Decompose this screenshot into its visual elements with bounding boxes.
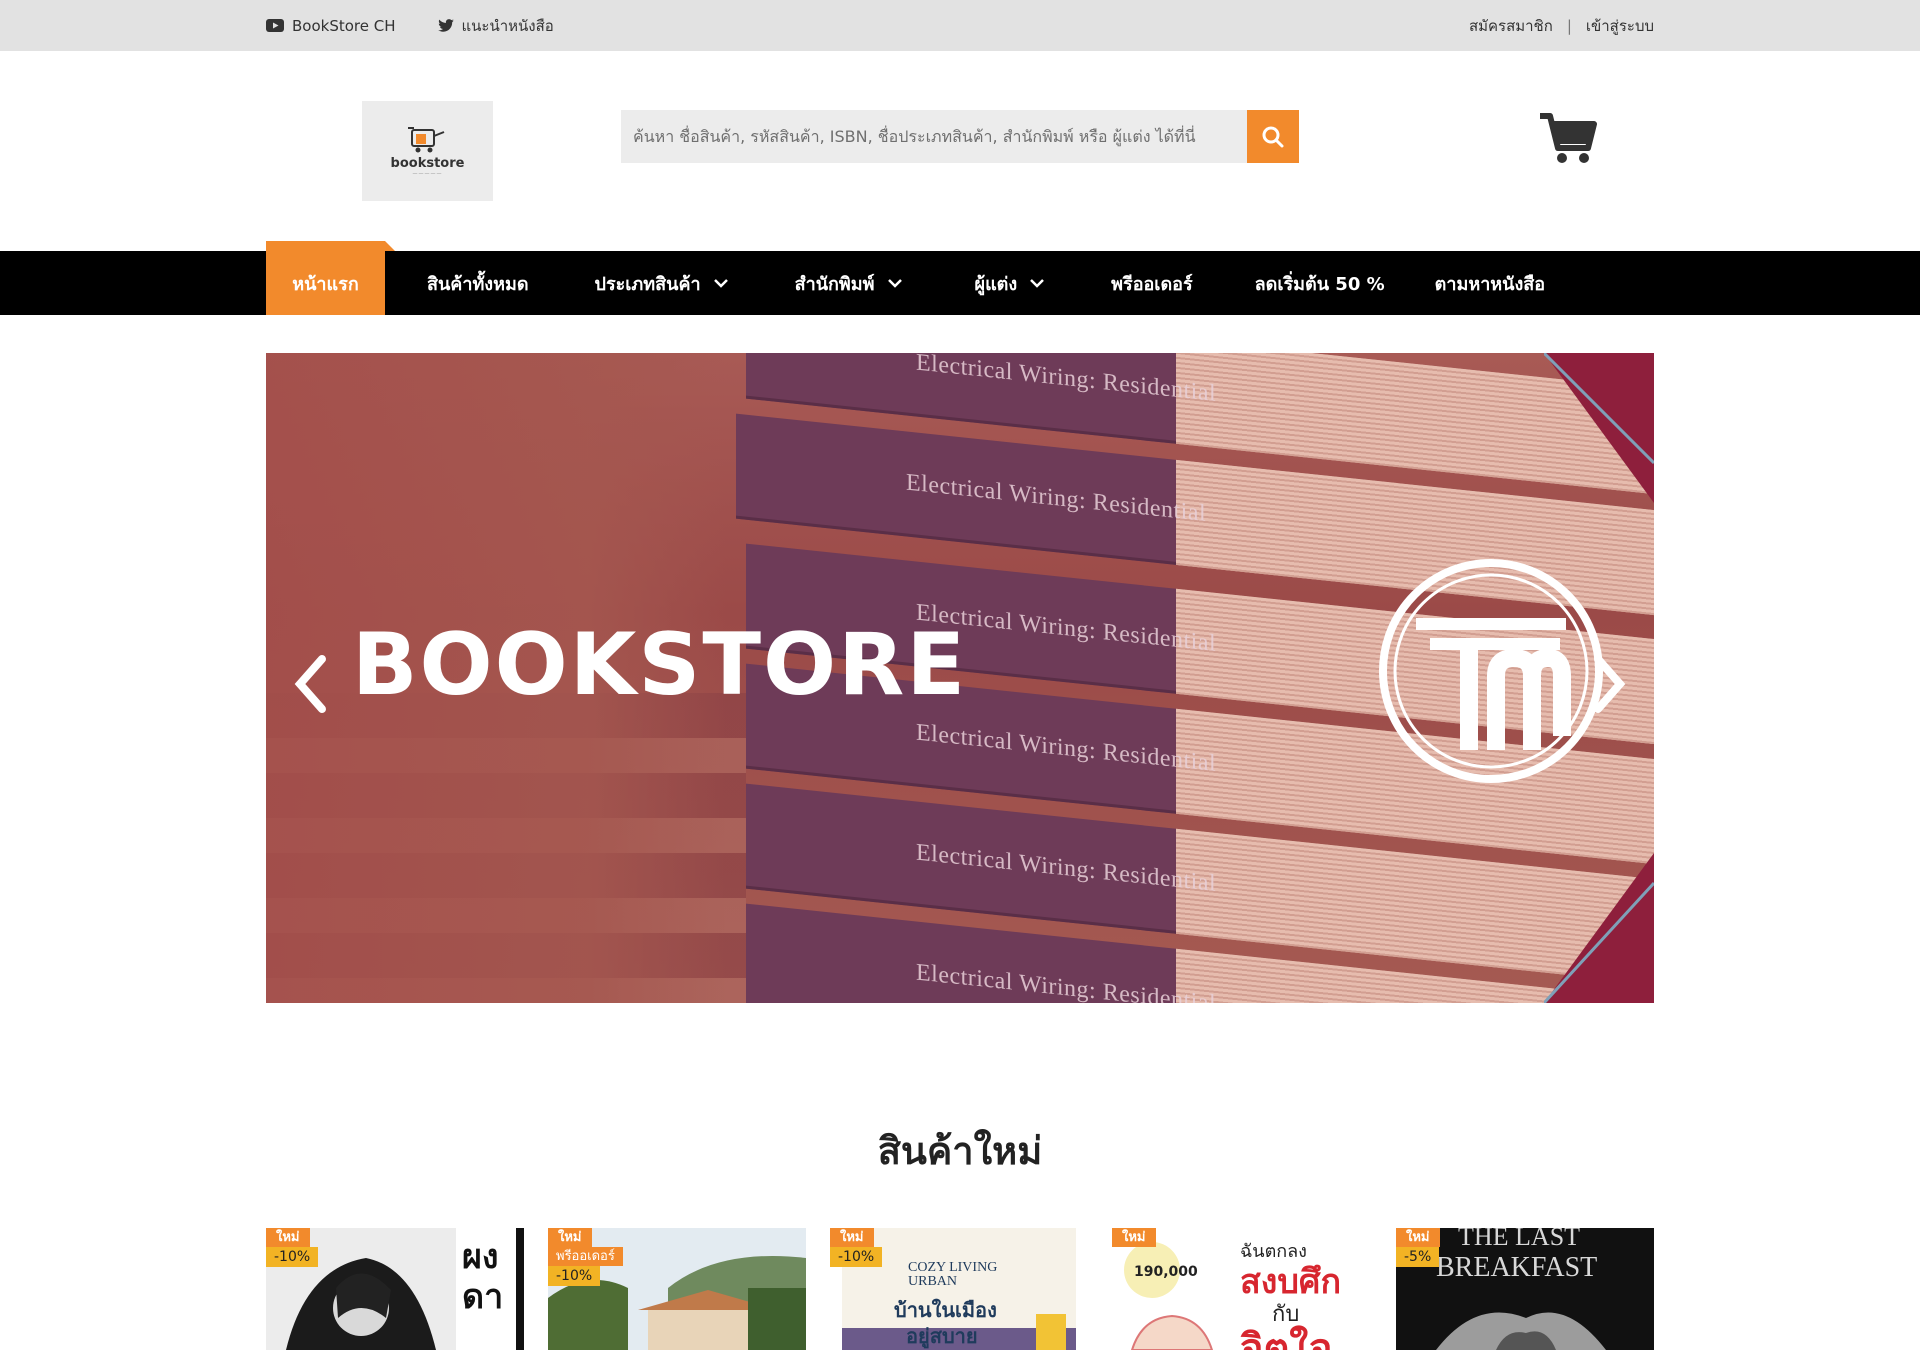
twitter-icon	[437, 19, 454, 32]
nav-categories[interactable]: ประเภทสินค้า	[595, 251, 729, 315]
banner-corner-decoration	[1544, 853, 1654, 1003]
chevron-down-icon	[887, 279, 902, 288]
cover-title-line: อยู่สบาย	[906, 1324, 978, 1348]
logo-cart-icon	[407, 126, 444, 152]
nav-authors-label: ผู้แต่ง	[974, 273, 1018, 295]
nav-find-book-label: ตามหาหนังสือ	[1434, 273, 1546, 295]
nav-items: หน้าแรก สินค้าทั้งหมด ประเภทสินค้า สำนัก…	[266, 241, 1545, 315]
product-card[interactable]: ผง ดา ใหม่ -10%	[266, 1228, 524, 1350]
product-card[interactable]: THE LAST BREAKFAST ใหม่ -5%	[1396, 1228, 1654, 1350]
top-bar-left: BookStore CH แนะนำหนังสือ	[266, 14, 596, 38]
nav-find-book[interactable]: ตามหาหนังสือ	[1435, 251, 1545, 315]
nav-all-products-label: สินค้าทั้งหมด	[427, 273, 529, 295]
svg-text:ผง: ผง	[462, 1237, 499, 1277]
new-badge: ใหม่	[1112, 1228, 1156, 1247]
new-badge: ใหม่	[548, 1228, 592, 1247]
cover-title-line: BREAKFAST	[1436, 1252, 1598, 1283]
main-navbar: หน้าแรก สินค้าทั้งหมด ประเภทสินค้า สำนัก…	[0, 241, 1920, 315]
nav-authors[interactable]: ผู้แต่ง	[975, 251, 1046, 315]
nav-home[interactable]: หน้าแรก	[266, 241, 395, 315]
search-input[interactable]	[621, 110, 1247, 163]
discount-badge: -5%	[1396, 1247, 1440, 1267]
cover-sold-count: 190,000	[1134, 1264, 1198, 1280]
top-bar-right: สมัครสมาชิก | เข้าสู่ระบบ	[1469, 14, 1654, 38]
banner-corner-decoration	[1544, 353, 1654, 503]
twitter-link[interactable]: แนะนำหนังสือ	[437, 14, 554, 38]
youtube-label: BookStore CH	[292, 16, 396, 35]
nav-publishers[interactable]: สำนักพิมพ์	[795, 251, 903, 315]
chevron-down-icon	[1030, 279, 1045, 288]
discount-badge: -10%	[266, 1247, 319, 1267]
new-badge: ใหม่	[266, 1228, 310, 1247]
nav-publishers-label: สำนักพิมพ์	[794, 273, 875, 295]
youtube-link[interactable]: BookStore CH	[266, 17, 396, 35]
nav-categories-label: ประเภทสินค้า	[594, 273, 701, 295]
banner-prev-arrow[interactable]	[286, 649, 336, 719]
cover-title-line: จิตใจ	[1240, 1326, 1333, 1350]
logo-subline: —————	[412, 170, 443, 177]
product-card[interactable]: ใหม่ พรีออเดอร์ -10%	[548, 1228, 806, 1350]
banner-brand-text: BOOKSTORE	[352, 615, 968, 715]
nav-active-tab-top	[266, 241, 385, 251]
cart-icon[interactable]	[1538, 112, 1598, 167]
svg-text:ดา: ดา	[462, 1277, 503, 1317]
search-button[interactable]	[1247, 110, 1299, 163]
register-link[interactable]: สมัครสมาชิก	[1469, 14, 1553, 38]
product-card[interactable]: COZY LIVING URBAN บ้านในเมือง อยู่สบาย ใ…	[830, 1228, 1088, 1350]
product-list: ผง ดา ใหม่ -10% ใหม่ พรีออเดอร์ -10% COZ…	[266, 1228, 1654, 1350]
new-badge: ใหม่	[830, 1228, 874, 1247]
hero-banner: Electrical Wiring: Residential Electrica…	[266, 353, 1654, 1003]
top-bar-separator: |	[1566, 16, 1572, 35]
discount-badge: -10%	[548, 1266, 601, 1286]
search-icon	[1262, 126, 1284, 147]
nav-home-label: หน้าแรก	[292, 273, 359, 295]
discount-badge: -10%	[830, 1247, 883, 1267]
twitter-label: แนะนำหนังสือ	[461, 16, 554, 35]
logo-text: bookstore	[390, 155, 465, 171]
nav-discount-50[interactable]: ลดเริ่มต้น 50 %	[1255, 251, 1385, 315]
banner-emblem-logo	[1379, 559, 1603, 783]
preorder-badge: พรีออเดอร์	[548, 1247, 623, 1266]
nav-preorder-label: พรีออเดอร์	[1111, 273, 1193, 295]
site-logo[interactable]: bookstore —————	[362, 101, 493, 201]
youtube-icon	[266, 19, 284, 32]
new-products-title: สินค้าใหม่	[877, 1129, 1043, 1173]
login-link[interactable]: เข้าสู่ระบบ	[1586, 14, 1654, 38]
product-card[interactable]: 190,000 ฉันตกลง สงบศึก กับ จิตใจ ใหม่	[1112, 1228, 1370, 1350]
nav-preorder[interactable]: พรีออเดอร์	[1111, 251, 1192, 315]
nav-discount-50-label: ลดเริ่มต้น 50 %	[1254, 273, 1385, 295]
cover-title-line: THE LAST	[1458, 1228, 1581, 1251]
banner-next-arrow[interactable]	[1584, 649, 1634, 719]
new-badge: ใหม่	[1396, 1228, 1440, 1247]
nav-all-products[interactable]: สินค้าทั้งหมด	[427, 251, 529, 315]
cover-title-line: URBAN	[908, 1274, 958, 1289]
top-bar-inner: BookStore CH แนะนำหนังสือ สมัครสมาชิก | …	[266, 0, 1654, 51]
top-bar: BookStore CH แนะนำหนังสือ สมัครสมาชิก | …	[0, 0, 1920, 51]
search-bar	[621, 110, 1299, 163]
chevron-down-icon	[713, 279, 728, 288]
